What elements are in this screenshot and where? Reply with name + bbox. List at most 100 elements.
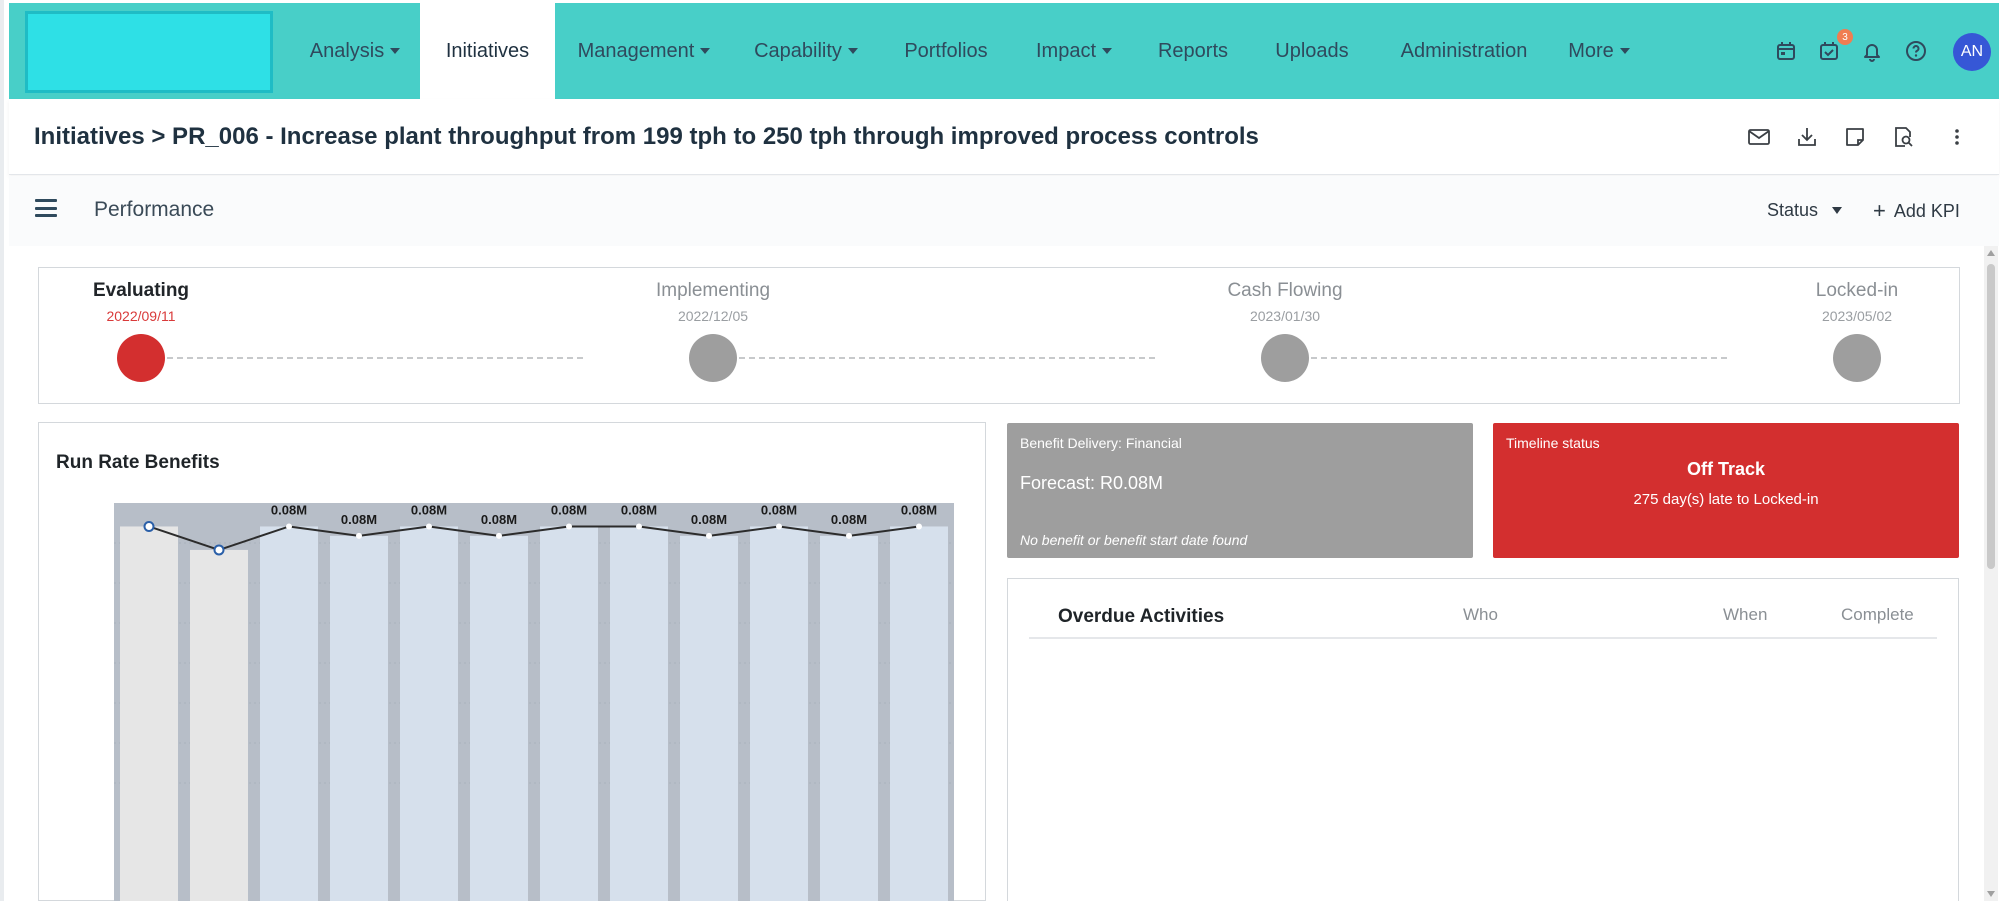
company-logo[interactable] (25, 11, 273, 93)
nav-more-label: More (1568, 39, 1614, 62)
bar (680, 535, 738, 901)
chevron-down-icon (847, 48, 858, 54)
nav-administration[interactable]: Administration (1384, 3, 1544, 99)
stage-connector (1311, 357, 1727, 359)
stage-name: Cash Flowing (1227, 280, 1343, 301)
status-dropdown[interactable]: Status (1767, 200, 1843, 221)
data-point (636, 523, 642, 530)
scroll-down-icon[interactable] (1987, 891, 1995, 897)
bar (260, 526, 318, 901)
menu-icon[interactable] (35, 199, 57, 217)
add-kpi-button[interactable]: + Add KPI (1873, 198, 1960, 224)
stage-marker[interactable] (1261, 334, 1309, 382)
bar (820, 535, 878, 901)
stage-date: 2023/05/02 (1821, 308, 1893, 324)
column-header-complete[interactable]: Complete (1841, 605, 1914, 625)
stage-evaluating: Evaluating 2022/09/11 (41, 280, 241, 324)
benefit-card-label: Benefit Delivery: Financial (1020, 435, 1182, 451)
stage-name: Implementing (655, 280, 771, 301)
nav-capability[interactable]: Capability (742, 3, 870, 99)
caret-down-icon (1832, 207, 1843, 214)
stage-date: 2022/12/05 (677, 308, 749, 324)
stage-marker-current[interactable] (117, 334, 165, 382)
bar (400, 526, 458, 901)
benefit-delivery-card[interactable]: Benefit Delivery: Financial Forecast: R0… (1007, 423, 1473, 558)
column-header-who[interactable]: Who (1463, 605, 1498, 625)
data-point (496, 532, 502, 539)
stage-marker[interactable] (689, 334, 737, 382)
nav-initiatives[interactable]: Initiatives (420, 3, 555, 99)
nav-capability-label: Capability (754, 39, 842, 62)
search-document-icon[interactable] (1889, 123, 1917, 151)
timeline-card-label: Timeline status (1506, 435, 1600, 451)
bar (470, 535, 528, 901)
status-dropdown-label: Status (1767, 200, 1819, 220)
nav-impact[interactable]: Impact (1024, 3, 1124, 99)
stage-timeline: Evaluating 2022/09/11 Implementing 2022/… (38, 267, 1960, 404)
data-point (213, 544, 225, 556)
bar (330, 535, 388, 901)
stage-implementing: Implementing 2022/12/05 (613, 280, 813, 324)
user-avatar[interactable]: AN (1953, 33, 1991, 71)
calendar-icon[interactable] (1772, 37, 1800, 65)
data-label: 0.08M (901, 502, 937, 517)
page-scrollbar[interactable] (1984, 246, 1998, 901)
mail-icon[interactable] (1745, 123, 1773, 151)
scrollbar-thumb[interactable] (1987, 264, 1995, 569)
bell-icon[interactable] (1858, 37, 1886, 65)
timeline-status: Off Track (1686, 459, 1766, 479)
stage-locked-in: Locked-in 2023/05/02 (1757, 280, 1957, 324)
stage-date: 2022/09/11 (106, 308, 176, 324)
stage-date: 2023/01/30 (1249, 308, 1321, 324)
more-vertical-icon[interactable] (1943, 123, 1971, 151)
stage-connector (167, 357, 583, 359)
nav-management-label: Management (577, 39, 695, 62)
data-point (916, 523, 922, 530)
data-label: 0.08M (621, 502, 657, 517)
nav-management[interactable]: Management (564, 3, 724, 99)
help-icon[interactable] (1902, 37, 1930, 65)
top-navbar: Analysis Initiatives Management Capabili… (9, 3, 1999, 99)
nav-administration-label: Administration (1400, 39, 1528, 62)
stage-marker[interactable] (1833, 334, 1881, 382)
data-point (143, 520, 155, 532)
section-toolbar: Performance Status + Add KPI (9, 176, 1999, 246)
nav-more[interactable]: More (1559, 3, 1639, 99)
data-label: 0.08M (341, 512, 377, 527)
download-icon[interactable] (1793, 123, 1821, 151)
bar (750, 526, 808, 901)
data-label: 0.08M (691, 512, 727, 527)
data-point (286, 523, 292, 530)
nav-portfolios[interactable]: Portfolios (889, 3, 1003, 99)
scroll-up-icon[interactable] (1987, 250, 1995, 256)
chevron-down-icon (390, 48, 401, 54)
nav-reports-label: Reports (1157, 39, 1229, 62)
data-label: 0.08M (481, 512, 517, 527)
app-frame: Analysis Initiatives Management Capabili… (0, 0, 1999, 901)
note-icon[interactable] (1841, 123, 1869, 151)
nav-portfolios-label: Portfolios (904, 39, 988, 62)
section-title: Performance (94, 198, 215, 221)
data-label: 0.08M (551, 502, 587, 517)
data-label: 0.08M (761, 502, 797, 517)
timeline-status-card[interactable]: Timeline status Off Track 275 day(s) lat… (1493, 423, 1959, 558)
page-header: Initiatives > PR_006 - Increase plant th… (9, 99, 1999, 175)
data-label: 0.08M (411, 502, 447, 517)
overdue-activities-card: Overdue Activities Who When Complete (1007, 578, 1959, 901)
stage-cash-flowing: Cash Flowing 2023/01/30 (1185, 280, 1385, 324)
nav-uploads[interactable]: Uploads (1265, 3, 1359, 99)
bar (120, 526, 178, 901)
benefit-forecast: Forecast: R0.08M (1020, 473, 1164, 493)
nav-uploads-label: Uploads (1275, 39, 1349, 62)
column-header-when[interactable]: When (1723, 605, 1767, 625)
run-rate-chart: 0.08M 0.08M 0.08M 0.08M 0.08M 0.08M 0.08M 0.08M… (114, 502, 954, 901)
nav-reports[interactable]: Reports (1149, 3, 1237, 99)
bar (540, 526, 598, 901)
nav-analysis[interactable]: Analysis (291, 3, 419, 99)
nav-impact-label: Impact (1035, 39, 1097, 62)
data-point (706, 532, 712, 539)
chevron-down-icon (1619, 48, 1630, 54)
bar (890, 526, 948, 901)
data-label: 0.08M (271, 502, 307, 517)
chevron-down-icon (700, 48, 711, 54)
